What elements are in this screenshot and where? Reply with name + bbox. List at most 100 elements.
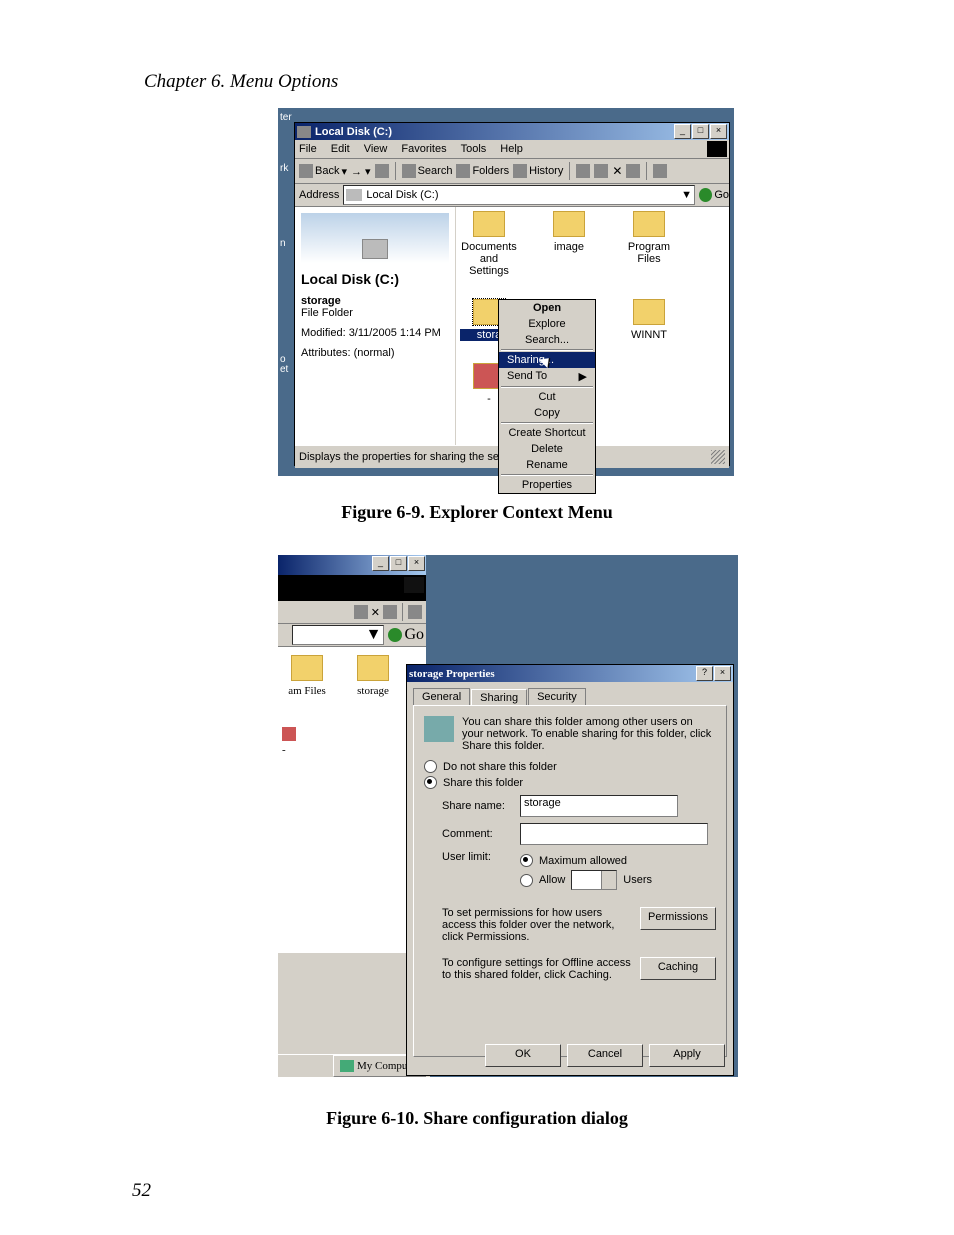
menu-edit[interactable]: Edit [331,143,350,155]
ctx-sharing[interactable]: Sharing... [499,352,595,368]
copyto-icon[interactable] [594,164,608,178]
ctx-rename[interactable]: Rename [499,457,595,473]
drive-small-icon [346,189,362,201]
comment-label: Comment: [442,828,514,840]
radio-max-allowed[interactable]: Maximum allowed [520,854,652,867]
delete-tool-icon[interactable]: ✕ [371,606,380,619]
radio-allow-n-users[interactable]: Allow Users [520,870,652,890]
figure-6-10-caption: Figure 6-10. Share configuration dialog [0,1108,954,1129]
partial-explorer: _ □ × ✕ ▼ Go am Files storage [278,555,426,1077]
ctx-create-shortcut[interactable]: Create Shortcut [499,425,595,441]
comment-input[interactable] [520,823,708,845]
folder-winnt[interactable]: WINNT [620,299,678,341]
go-icon [388,628,402,642]
ok-button[interactable]: OK [485,1044,561,1067]
selection-name: storage [301,295,449,307]
address-value: Local Disk (C:) [366,189,438,201]
minimize-button[interactable]: _ [372,556,389,571]
permissions-text: To set permissions for how users access … [442,907,634,943]
share-hand-icon [424,716,454,742]
tab-security[interactable]: Security [528,688,586,705]
ctx-sendto[interactable]: Send To▶ [499,368,595,385]
delete-tool-icon[interactable]: ✕ [612,164,622,178]
menu-file[interactable]: File [299,143,317,155]
help-button[interactable]: ? [696,666,713,681]
tab-general[interactable]: General [413,688,470,705]
ctx-properties[interactable]: Properties [499,477,595,493]
folders-icon [456,164,470,178]
tab-body: You can share this folder among other us… [413,705,727,1057]
views-icon[interactable] [408,605,422,619]
sharename-input[interactable]: storage [520,795,678,817]
copyto-icon[interactable] [354,605,368,619]
tab-sharing[interactable]: Sharing [471,689,527,706]
folders-button[interactable]: Folders [456,164,509,178]
ctx-cut[interactable]: Cut [499,389,595,405]
radio-do-not-share[interactable]: Do not share this folder [424,760,716,773]
folder-storage[interactable]: storage [348,655,398,697]
ctx-search[interactable]: Search... [499,332,595,348]
figure-6-9-caption: Figure 6-9. Explorer Context Menu [0,502,954,523]
cancel-button[interactable]: Cancel [567,1044,643,1067]
radio-icon [520,874,533,887]
forward-button[interactable]: → ▾ [351,165,371,178]
drive-icon [297,126,311,138]
permissions-button[interactable]: Permissions [640,907,716,930]
chapter-heading: Chapter 6. Menu Options [144,71,338,93]
desktop-fragment-rk: rk [280,163,288,174]
ms-icon [282,727,296,741]
ctx-explore[interactable]: Explore [499,316,595,332]
search-button[interactable]: Search [402,164,453,178]
caching-button[interactable]: Caching [640,957,716,980]
go-button[interactable]: Go [699,188,729,202]
explorer-window: Local Disk (C:) _ □ × File Edit View Fav… [294,122,730,466]
intro-text: You can share this folder among other us… [462,716,716,752]
folder-icon [473,211,505,237]
back-icon [299,164,313,178]
folder-image[interactable]: image [540,211,598,277]
ctx-copy[interactable]: Copy [499,405,595,421]
close-button[interactable]: × [710,124,727,139]
maximize-button[interactable]: □ [692,124,709,139]
folder-am-files[interactable]: am Files [282,655,332,697]
left-pane: Local Disk (C:) storage File Folder Modi… [295,207,456,445]
windows-logo-icon [404,577,424,593]
windows-logo-icon [707,141,727,157]
storage-properties-dialog: storage Properties ? × General Sharing S… [406,664,734,1076]
menu-tools[interactable]: Tools [461,143,487,155]
apply-button[interactable]: Apply [649,1044,725,1067]
resize-grip-icon[interactable] [711,450,725,464]
folder-icon [291,655,323,681]
moveto-icon[interactable] [576,164,590,178]
ctx-delete[interactable]: Delete [499,441,595,457]
menu-help[interactable]: Help [500,143,523,155]
dialog-titlebar: storage Properties ? × [407,665,733,682]
go-button[interactable]: Go [388,626,424,644]
folder-documents-and-settings[interactable]: Documents and Settings [460,211,518,277]
folder-storage[interactable]: stora Open Explore Search... Sharing... … [460,299,518,341]
close-button[interactable]: × [408,556,425,571]
up-button[interactable] [375,164,389,178]
address-field[interactable]: Local Disk (C:) ▼ [343,185,695,205]
back-button[interactable]: Back ▾ [299,164,347,178]
address-field-partial[interactable]: ▼ [292,625,384,645]
history-button[interactable]: History [513,164,563,178]
menu-favorites[interactable]: Favorites [401,143,446,155]
close-button[interactable]: × [714,666,731,681]
figure-6-10: _ □ × ✕ ▼ Go am Files storage [278,555,738,1077]
maximize-button[interactable]: □ [390,556,407,571]
ctx-open[interactable]: Open [499,300,595,316]
undo-icon[interactable] [383,605,397,619]
titlebar: Local Disk (C:) _ □ × [295,123,729,140]
views-icon[interactable] [653,164,667,178]
folder-icon [633,211,665,237]
menu-view[interactable]: View [364,143,388,155]
minimize-button[interactable]: _ [674,124,691,139]
right-pane: Documents and Settings image Program Fil… [456,207,729,445]
users-spinner[interactable] [571,870,617,890]
radio-share-this-folder[interactable]: Share this folder [424,776,716,789]
folder-program-files[interactable]: Program Files [620,211,678,277]
selection-attributes: Attributes: (normal) [301,347,449,359]
undo-icon[interactable] [626,164,640,178]
folder-icon [357,655,389,681]
